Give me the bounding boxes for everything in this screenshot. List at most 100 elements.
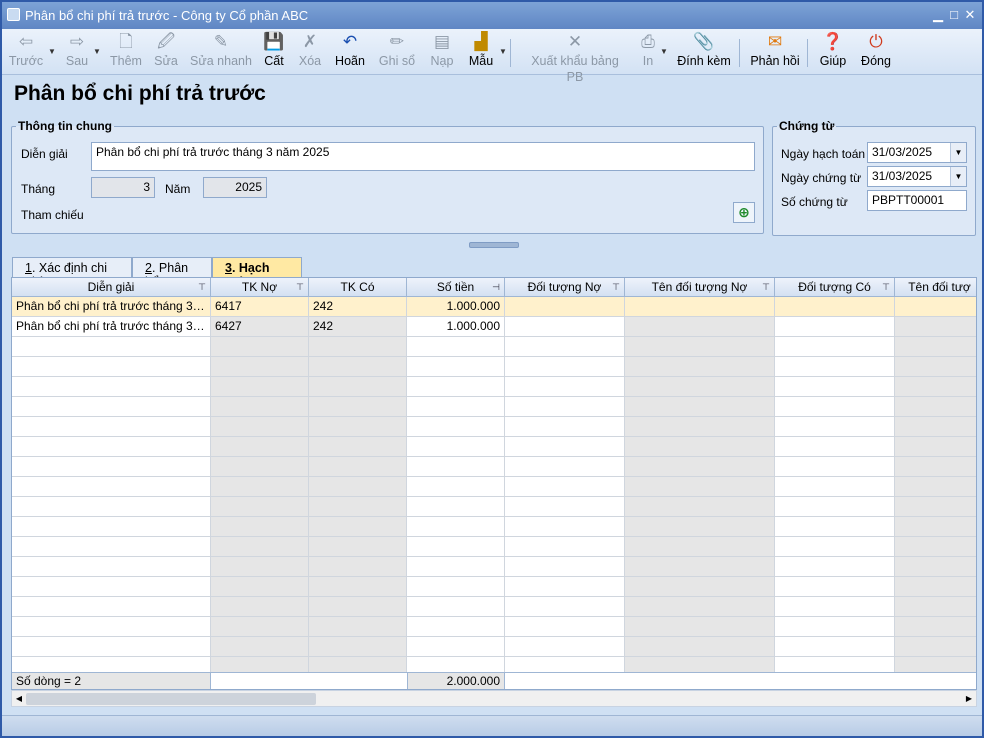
table-cell[interactable]	[505, 297, 625, 317]
table-cell	[211, 597, 309, 617]
load-button[interactable]: ▤ Nạp	[428, 31, 456, 73]
table-cell	[775, 497, 895, 517]
table-cell	[895, 437, 976, 457]
column-header[interactable]: TK Nợ ⊤	[211, 278, 309, 297]
table-cell[interactable]: 6427	[211, 317, 309, 337]
table-cell[interactable]	[625, 317, 775, 337]
table-cell[interactable]	[895, 317, 976, 337]
tab-accounting[interactable]: 3. Hạch toán	[212, 257, 302, 289]
posting-date-field[interactable]: 31/03/2025 ▼	[867, 142, 967, 163]
column-header[interactable]: Đối tượng Có ⊤	[775, 278, 895, 297]
table-cell	[895, 537, 976, 557]
table-cell[interactable]	[895, 297, 976, 317]
pin-icon[interactable]: ⊣	[492, 278, 500, 296]
page-title: Phân bổ chi phí trả trước	[14, 82, 266, 105]
post-button[interactable]: ✏ Ghi sổ	[377, 31, 417, 73]
quick-edit-button[interactable]: ✎ Sửa nhanh	[190, 31, 252, 73]
add-button[interactable]: 🗋 Thêm	[108, 31, 144, 73]
dropdown-arrow-icon[interactable]: ▼	[950, 167, 966, 186]
column-header[interactable]: Tên đối tượ	[895, 278, 976, 297]
table-cell	[625, 617, 775, 637]
pin-icon[interactable]: ⊤	[198, 278, 206, 296]
table-cell	[211, 457, 309, 477]
table-cell[interactable]	[625, 297, 775, 317]
table-row[interactable]: Phân bổ chi phí trả trước tháng 3 năm 20…	[12, 297, 976, 317]
chevron-down-icon[interactable]: ▼	[499, 47, 507, 56]
dropdown-arrow-icon[interactable]: ▼	[950, 143, 966, 162]
edit-button[interactable]: 🖉 Sửa	[152, 31, 180, 73]
voucher-legend: Chứng từ	[779, 119, 835, 133]
table-cell[interactable]: 1.000.000	[407, 317, 505, 337]
table-cell[interactable]: 6417	[211, 297, 309, 317]
save-button[interactable]: 💾 Cất	[261, 31, 287, 73]
next-button[interactable]: ⇨ Sau	[60, 31, 94, 73]
table-row	[12, 457, 976, 477]
print-icon: ⎙	[641, 32, 655, 51]
close-window-button[interactable]: ✕	[960, 5, 980, 25]
attach-button[interactable]: 📎 Đính kèm	[677, 31, 731, 73]
close-button[interactable]: ⏻ Đóng	[859, 31, 893, 73]
scroll-right-icon[interactable]: ▶	[962, 691, 976, 706]
chevron-down-icon[interactable]: ▼	[660, 47, 668, 56]
horizontal-scrollbar[interactable]: ◀ ▶	[11, 690, 977, 707]
print-button[interactable]: ⎙ In	[636, 31, 660, 73]
column-header[interactable]: Số tiền ⊣	[407, 278, 505, 297]
export-button[interactable]: ✕ Xuất khẩu bảng PB	[522, 31, 628, 84]
scroll-thumb[interactable]	[26, 693, 316, 705]
help-button[interactable]: ❓ Giúp	[818, 31, 848, 73]
table-cell	[505, 397, 625, 417]
load-icon: ▤	[433, 32, 451, 51]
tab-allocation[interactable]: 2. Phân bổ	[132, 257, 212, 289]
feedback-button[interactable]: ✉ Phản hồi	[750, 31, 800, 73]
pin-icon[interactable]: ⊤	[296, 278, 304, 296]
voucher-date-field[interactable]: 31/03/2025 ▼	[867, 166, 967, 187]
column-header[interactable]: Tên đối tượng Nợ ⊤	[625, 278, 775, 297]
collapse-handle[interactable]	[469, 242, 519, 248]
pin-icon[interactable]: ⊤	[882, 278, 890, 296]
table-cell	[211, 577, 309, 597]
description-field[interactable]: Phân bổ chi phí trả trước tháng 3 năm 20…	[91, 142, 755, 171]
table-cell[interactable]: 1.000.000	[407, 297, 505, 317]
column-header-label: TK Có	[340, 280, 375, 294]
table-cell	[12, 477, 211, 497]
column-header[interactable]: TK Có	[309, 278, 407, 297]
table-cell	[407, 517, 505, 537]
table-cell[interactable]	[775, 297, 895, 317]
table-cell[interactable]: Phân bổ chi phí trả trước tháng 3 năm 20…	[12, 317, 211, 337]
table-cell	[505, 537, 625, 557]
column-header[interactable]: Đối tượng Nợ ⊤	[505, 278, 625, 297]
table-cell[interactable]	[775, 317, 895, 337]
chevron-down-icon[interactable]: ▼	[93, 47, 101, 56]
scroll-left-icon[interactable]: ◀	[12, 691, 26, 706]
paperclip-icon: 📎	[693, 32, 715, 51]
table-cell	[775, 377, 895, 397]
table-cell[interactable]: Phân bổ chi phí trả trước tháng 3 năm 20…	[12, 297, 211, 317]
table-cell	[505, 457, 625, 477]
table-row[interactable]: Phân bổ chi phí trả trước tháng 3 năm 20…	[12, 317, 976, 337]
table-cell[interactable]: 242	[309, 317, 407, 337]
table-cell	[211, 517, 309, 537]
table-row	[12, 617, 976, 637]
table-cell	[12, 637, 211, 657]
delete-button[interactable]: ✗ Xóa	[296, 31, 324, 73]
table-cell	[12, 517, 211, 537]
template-button[interactable]: ▟ Mẫu	[466, 31, 496, 73]
table-cell	[775, 557, 895, 577]
pin-icon[interactable]: ⊤	[762, 278, 770, 296]
table-cell	[775, 577, 895, 597]
column-header[interactable]: Diễn giải ⊤	[12, 278, 211, 297]
voucher-date-label: Ngày chứng từ	[781, 171, 862, 185]
voucher-no-field[interactable]: PBPTT00001	[867, 190, 967, 211]
table-cell	[309, 577, 407, 597]
table-cell[interactable]	[505, 317, 625, 337]
new-document-icon: 🗋	[119, 32, 133, 51]
undo-button[interactable]: ↶ Hoãn	[333, 31, 367, 73]
add-reference-icon[interactable]: ⊕	[733, 202, 755, 223]
table-cell[interactable]: 242	[309, 297, 407, 317]
accounting-grid: Diễn giải ⊤ TK Nợ ⊤ TK Có Số tiền ⊣ Đối tượng N…	[11, 277, 977, 690]
prev-button[interactable]: ⇦ Trước	[8, 31, 44, 73]
chevron-down-icon[interactable]: ▼	[48, 47, 56, 56]
tab-cost-determination[interactable]: 1. Xác định chi phí	[12, 257, 132, 289]
table-cell	[211, 357, 309, 377]
pin-icon[interactable]: ⊤	[612, 278, 620, 296]
